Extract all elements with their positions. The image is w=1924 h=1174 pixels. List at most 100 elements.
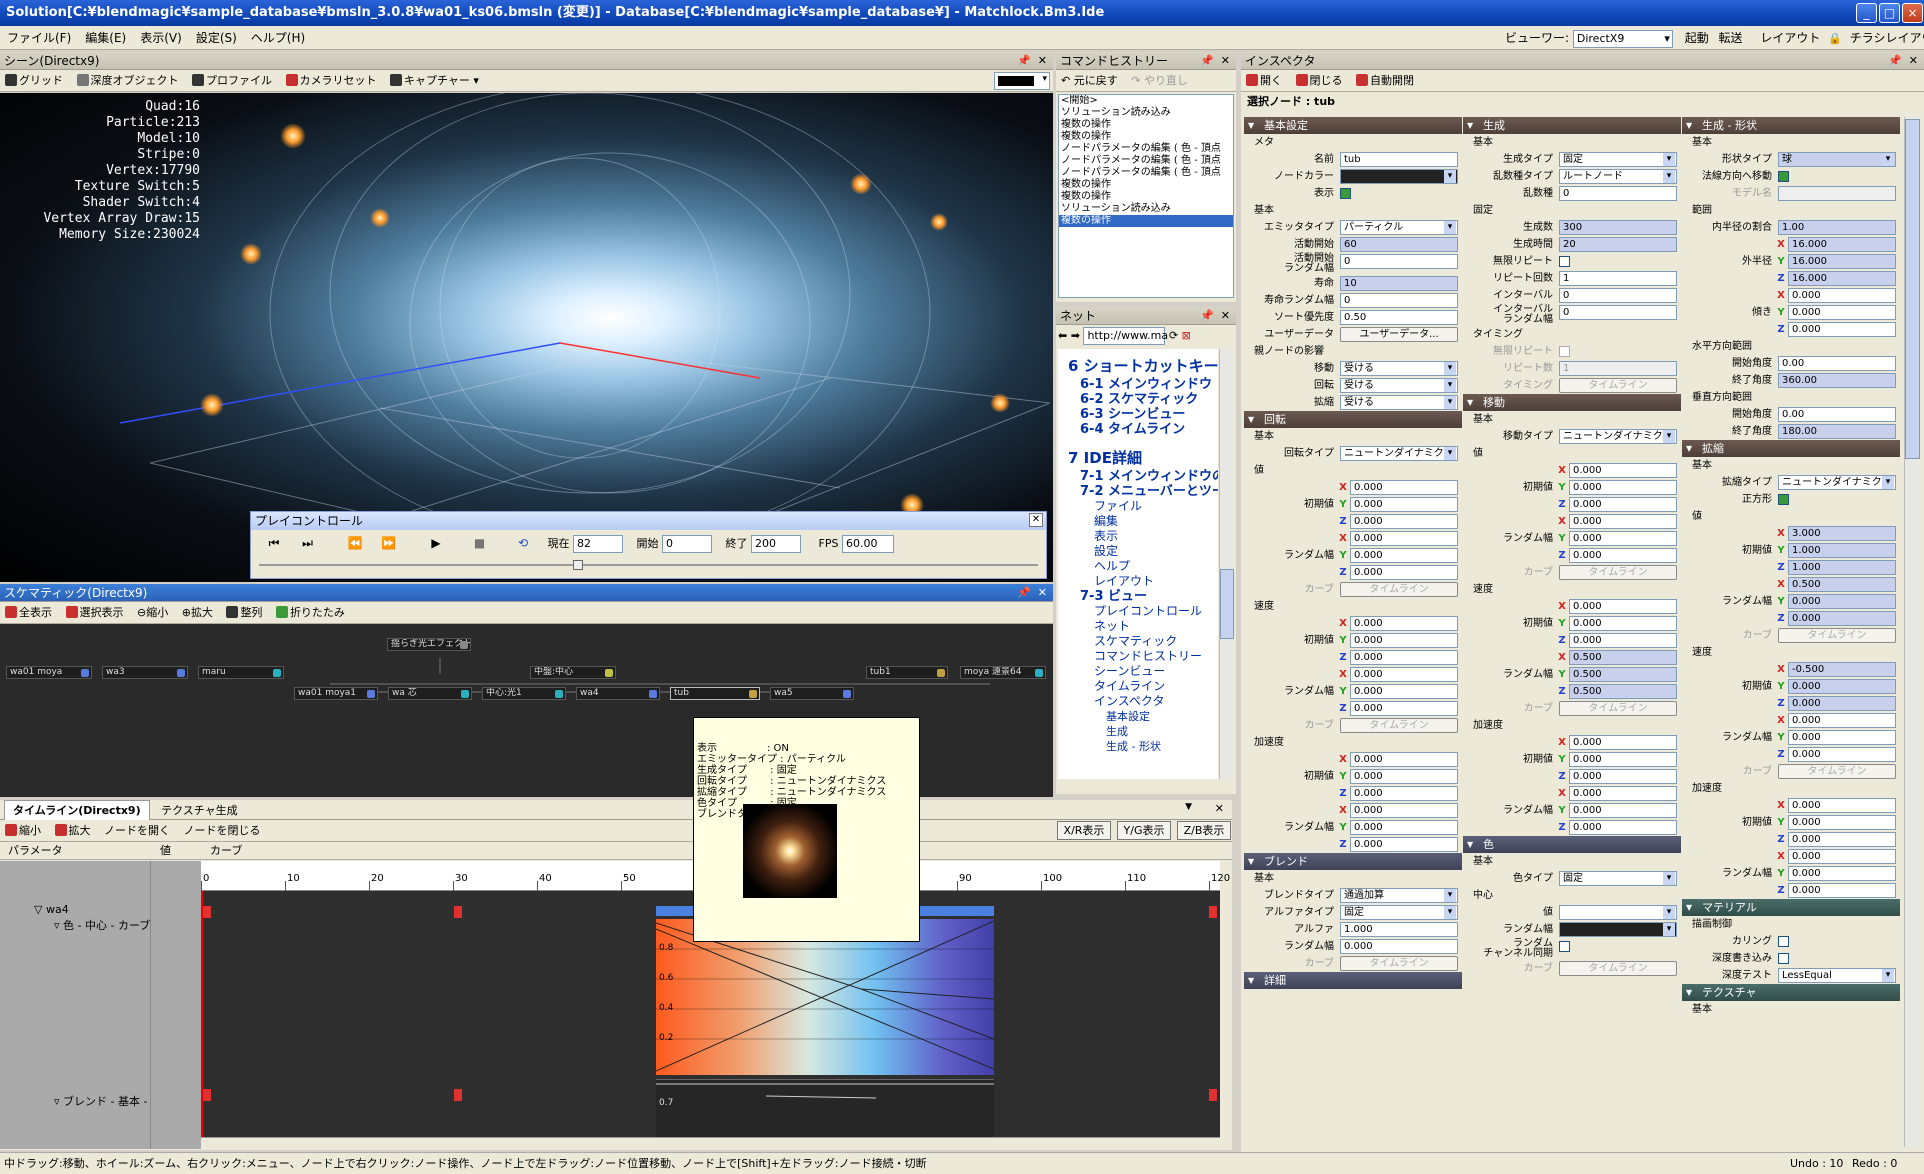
vector-z-input[interactable]: 0.000 [1569, 633, 1677, 648]
vector-x-input[interactable]: 0.000 [1350, 752, 1458, 767]
help-link[interactable]: タイムライン [1068, 679, 1218, 694]
pin-icon[interactable]: 📌 [1017, 584, 1031, 601]
inspector-section-header[interactable]: マテリアル [1682, 899, 1900, 916]
value-input[interactable]: 1 [1559, 361, 1677, 376]
vector-z-input[interactable]: 0.000 [1788, 883, 1896, 898]
timeline-button[interactable]: タイムライン [1559, 961, 1677, 976]
help-link[interactable]: 6 ショートカットキー [1068, 355, 1218, 377]
vector-x-input[interactable]: 0.000 [1350, 480, 1458, 495]
vector-x-input[interactable]: 0.000 [1569, 599, 1677, 614]
vector-x-input[interactable]: 3.000 [1788, 526, 1896, 541]
help-link[interactable]: ヘルプ [1068, 559, 1218, 574]
checkbox[interactable] [1559, 941, 1570, 952]
step-back-button[interactable]: ⏪ [340, 532, 370, 554]
collapse-all-button[interactable]: 閉じる [1291, 70, 1348, 91]
start-frame-input[interactable]: 0 [662, 535, 712, 553]
value-input[interactable]: 0.00 [1778, 356, 1896, 371]
vector-z-input[interactable]: 0.000 [1788, 696, 1896, 711]
current-frame-input[interactable]: 82 [573, 535, 623, 553]
vector-y-input[interactable]: 0.500 [1569, 667, 1677, 682]
play-button[interactable]: ▶ [421, 532, 451, 554]
help-link[interactable]: 6-3 シーンビュー [1068, 407, 1218, 422]
schematic-node[interactable]: wa01 moya1 [294, 687, 378, 700]
net-vscrollbar[interactable] [1219, 349, 1234, 779]
keyframe-marker[interactable] [1209, 906, 1217, 918]
vector-y-input[interactable]: 0.000 [1788, 679, 1896, 694]
history-item[interactable]: 複数の操作 [1059, 179, 1233, 191]
pin-icon[interactable]: 📌 [1017, 52, 1031, 69]
minimize-button[interactable]: _ [1856, 3, 1877, 23]
viewer-select[interactable]: DirectX9 ▾ [1572, 29, 1673, 48]
vector-z-input[interactable]: 0.000 [1788, 832, 1896, 847]
zoom-out-button[interactable]: ⊖縮小 [132, 602, 173, 623]
dropdown-select[interactable]: ニュートンダイナミクス [1778, 475, 1896, 490]
value-input[interactable]: 300 [1559, 220, 1677, 235]
menu-help[interactable]: ヘルプ(H) [244, 26, 312, 50]
dropdown-select[interactable]: ニュートンダイナミクス [1340, 446, 1458, 461]
keyframe-marker[interactable] [454, 906, 462, 918]
help-link[interactable]: プレイコントロール [1068, 604, 1218, 619]
vector-z-input[interactable]: 0.000 [1788, 322, 1896, 337]
vector-z-input[interactable]: 1.000 [1788, 560, 1896, 575]
history-item[interactable]: 複数の操作 [1059, 191, 1233, 203]
schematic-node[interactable]: maru [198, 666, 284, 679]
dropdown-select[interactable]: 固定 [1559, 871, 1677, 886]
scroll-thumb[interactable] [1905, 119, 1920, 459]
first-frame-button[interactable]: ⏮ [259, 532, 289, 554]
value-input[interactable]: tub [1340, 152, 1458, 167]
step-forward-button[interactable]: ⏩ [374, 532, 404, 554]
schematic-node-selected[interactable]: tub [670, 687, 760, 700]
vector-z-input[interactable]: 0.000 [1788, 611, 1896, 626]
show-all-button[interactable]: 全表示 [0, 602, 57, 623]
tl-zoom-in-button[interactable]: 拡大 [50, 820, 96, 841]
inspector-section-header[interactable]: 基本設定 [1244, 117, 1462, 134]
fps-select[interactable]: 60.00 [841, 535, 894, 553]
help-link[interactable]: 基本設定 [1068, 709, 1218, 724]
value-input[interactable]: 1 [1559, 271, 1677, 286]
inspector-vscrollbar[interactable] [1904, 117, 1920, 1147]
chevron-down-icon[interactable]: ▼ [1185, 802, 1192, 812]
schematic-node[interactable]: 中心:光1 [482, 687, 566, 700]
capture-button[interactable]: キャプチャー ▾ [385, 70, 484, 91]
arrange-button[interactable]: 整列 [221, 602, 267, 623]
close-icon[interactable]: ✕ [1038, 584, 1047, 601]
close-icon[interactable]: ✕ [1221, 52, 1230, 69]
vector-y-input[interactable]: 0.000 [1350, 497, 1458, 512]
inspector-section-header[interactable]: 色 [1463, 836, 1681, 853]
grid-button[interactable]: グリッド [0, 70, 68, 91]
stop-button[interactable]: ■ [465, 532, 495, 554]
vector-z-input[interactable]: 0.000 [1350, 786, 1458, 801]
slider-thumb[interactable] [573, 560, 584, 570]
history-list[interactable]: <開始> ソリューション読み込み 複数の操作 複数の操作 ノードパラメータの編集 ( 色… [1058, 94, 1234, 298]
schematic-node[interactable]: 中盤:中心 [530, 666, 616, 679]
zb-view-button[interactable]: Z/B表示 [1177, 821, 1231, 840]
history-item[interactable]: ノードパラメータの編集 ( 色 - 頂点 [1059, 143, 1233, 155]
value-input[interactable]: 1.00 [1778, 220, 1896, 235]
dropdown-select[interactable]: ニュートンダイナミクス [1559, 429, 1677, 444]
close-node-button[interactable]: ノードを閉じる [179, 820, 266, 841]
help-link[interactable]: インスペクタ [1068, 694, 1218, 709]
vector-x-input[interactable]: 0.000 [1788, 288, 1896, 303]
profile-button[interactable]: プロファイル [187, 70, 277, 91]
dropdown-select[interactable]: 受ける [1340, 395, 1458, 410]
help-link[interactable]: 7-2 メニューバーとツー [1068, 484, 1218, 499]
inspector-section-header[interactable]: 移動 [1463, 394, 1681, 411]
checkbox[interactable] [1778, 494, 1789, 505]
help-link[interactable]: 編集 [1068, 514, 1218, 529]
transfer-button[interactable]: 転送 [1719, 31, 1743, 45]
history-item[interactable]: ノードパラメータの編集 ( 色 - 頂点 [1059, 167, 1233, 179]
vector-y-input[interactable]: 0.000 [1350, 633, 1458, 648]
value-input[interactable]: 0.00 [1778, 407, 1896, 422]
schematic-node[interactable]: wa5 [770, 687, 854, 700]
vector-y-input[interactable]: 0.000 [1569, 616, 1677, 631]
play-slider[interactable] [259, 560, 1038, 570]
vector-y-input[interactable]: 0.000 [1350, 769, 1458, 784]
help-link[interactable]: 設定 [1068, 544, 1218, 559]
value-input[interactable] [1778, 186, 1896, 201]
value-input[interactable]: 0 [1559, 288, 1677, 303]
timeline-button[interactable]: タイムライン [1340, 956, 1458, 971]
dropdown-select[interactable] [1559, 905, 1677, 920]
tab-timeline[interactable]: タイムライン(Directx9) [4, 800, 150, 820]
history-item[interactable]: ノードパラメータの編集 ( 色 - 頂点 [1059, 155, 1233, 167]
vector-x-input[interactable]: 0.000 [1569, 786, 1677, 801]
